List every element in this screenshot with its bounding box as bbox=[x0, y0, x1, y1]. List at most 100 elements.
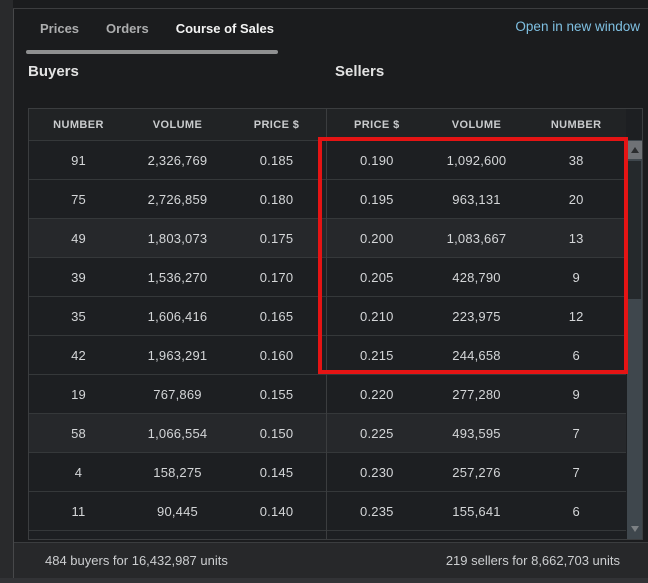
sellers-cell-number: 38 bbox=[526, 153, 626, 168]
buyers-cell-volume: 1,536,270 bbox=[128, 270, 227, 285]
tab-orders[interactable]: Orders bbox=[106, 21, 149, 36]
buyers-column-header: PRICE $ bbox=[227, 119, 326, 131]
panel-border-left bbox=[13, 8, 14, 578]
buyers-cell-number: 19 bbox=[29, 387, 128, 402]
buyers-cell-price: 0.185 bbox=[227, 153, 326, 168]
sellers-summary: 219 sellers for 8,662,703 units bbox=[446, 553, 620, 568]
sellers-cell-volume: 223,975 bbox=[427, 309, 527, 324]
buyers-table: NUMBERVOLUMEPRICE $ 912,326,7690.185752,… bbox=[28, 108, 327, 540]
sellers-row[interactable]: 0.1901,092,60038 bbox=[327, 140, 626, 179]
buyers-row[interactable]: 19767,8690.155 bbox=[29, 374, 326, 413]
sellers-row[interactable]: 0.220277,2809 bbox=[327, 374, 626, 413]
buyers-partial-row bbox=[29, 530, 326, 539]
buyers-cell-volume: 1,606,416 bbox=[128, 309, 227, 324]
window-bottom-margin bbox=[0, 578, 648, 583]
scrollbar-track[interactable] bbox=[627, 140, 642, 539]
sellers-cell-number: 9 bbox=[526, 387, 626, 402]
buyers-cell-price: 0.170 bbox=[227, 270, 326, 285]
sellers-row[interactable]: 0.205428,7909 bbox=[327, 257, 626, 296]
sellers-cell-price: 0.235 bbox=[327, 504, 427, 519]
sellers-row[interactable]: 0.235155,6416 bbox=[327, 491, 626, 530]
sellers-header-row: PRICE $VOLUMENUMBER bbox=[327, 109, 626, 140]
buyers-cell-price: 0.160 bbox=[227, 348, 326, 363]
sellers-rows: 0.1901,092,600380.195963,131200.2001,083… bbox=[327, 140, 626, 530]
buyers-cell-volume: 1,963,291 bbox=[128, 348, 227, 363]
scroll-up-button[interactable] bbox=[627, 141, 642, 159]
sellers-cell-volume: 1,083,667 bbox=[427, 231, 527, 246]
sellers-cell-volume: 277,280 bbox=[427, 387, 527, 402]
sellers-row[interactable]: 0.215244,6586 bbox=[327, 335, 626, 374]
sellers-row[interactable]: 0.195963,13120 bbox=[327, 179, 626, 218]
sellers-table: PRICE $VOLUMENUMBER 0.1901,092,600380.19… bbox=[326, 108, 643, 540]
buyers-row[interactable]: 351,606,4160.165 bbox=[29, 296, 326, 335]
buyers-cell-number: 39 bbox=[29, 270, 128, 285]
buyers-cell-volume: 158,275 bbox=[128, 465, 227, 480]
panel-border-top bbox=[13, 8, 648, 9]
buyers-cell-number: 58 bbox=[29, 426, 128, 441]
buyers-row[interactable]: 581,066,5540.150 bbox=[29, 413, 326, 452]
sellers-cell-number: 20 bbox=[526, 192, 626, 207]
sellers-row[interactable]: 0.225493,5957 bbox=[327, 413, 626, 452]
sellers-row[interactable]: 0.230257,2767 bbox=[327, 452, 626, 491]
sellers-column-header: PRICE $ bbox=[327, 119, 427, 131]
buyers-cell-price: 0.180 bbox=[227, 192, 326, 207]
buyers-rows: 912,326,7690.185752,726,8590.180491,803,… bbox=[29, 140, 326, 530]
tab-course-of-sales[interactable]: Course of Sales bbox=[176, 21, 274, 36]
buyers-cell-price: 0.175 bbox=[227, 231, 326, 246]
sellers-cell-volume: 155,641 bbox=[427, 504, 527, 519]
sellers-cell-price: 0.230 bbox=[327, 465, 427, 480]
sellers-cell-price: 0.220 bbox=[327, 387, 427, 402]
buyers-cell-volume: 767,869 bbox=[128, 387, 227, 402]
buyers-cell-volume: 2,726,859 bbox=[128, 192, 227, 207]
sellers-cell-price: 0.205 bbox=[327, 270, 427, 285]
scroll-up-icon bbox=[631, 147, 639, 153]
buyers-cell-volume: 90,445 bbox=[128, 504, 227, 519]
buyers-column-header: VOLUME bbox=[128, 119, 227, 131]
buyers-cell-number: 91 bbox=[29, 153, 128, 168]
open-in-new-window-link[interactable]: Open in new window bbox=[515, 19, 640, 34]
sellers-cell-number: 13 bbox=[526, 231, 626, 246]
window-left-margin bbox=[0, 0, 13, 583]
buyers-cell-volume: 2,326,769 bbox=[128, 153, 227, 168]
buyers-row[interactable]: 491,803,0730.175 bbox=[29, 218, 326, 257]
sellers-row[interactable]: 0.2001,083,66713 bbox=[327, 218, 626, 257]
buyers-cell-volume: 1,803,073 bbox=[128, 231, 227, 246]
tab-bar: Prices Orders Course of Sales bbox=[40, 21, 274, 36]
sellers-cell-number: 12 bbox=[526, 309, 626, 324]
sellers-column-header: VOLUME bbox=[427, 119, 527, 131]
tab-bar-divider bbox=[26, 50, 278, 54]
buyers-cell-volume: 1,066,554 bbox=[128, 426, 227, 441]
buyers-cell-price: 0.165 bbox=[227, 309, 326, 324]
scrollbar-thumb[interactable] bbox=[628, 161, 641, 299]
buyers-summary: 484 buyers for 16,432,987 units bbox=[45, 553, 228, 568]
tab-prices[interactable]: Prices bbox=[40, 21, 79, 36]
sellers-cell-volume: 257,276 bbox=[427, 465, 527, 480]
buyers-cell-price: 0.155 bbox=[227, 387, 326, 402]
sellers-cell-price: 0.215 bbox=[327, 348, 427, 363]
buyers-row[interactable]: 391,536,2700.170 bbox=[29, 257, 326, 296]
buyers-cell-number: 35 bbox=[29, 309, 128, 324]
sellers-cell-volume: 493,595 bbox=[427, 426, 527, 441]
sellers-cell-price: 0.225 bbox=[327, 426, 427, 441]
buyers-row[interactable]: 421,963,2910.160 bbox=[29, 335, 326, 374]
buyers-row[interactable]: 4158,2750.145 bbox=[29, 452, 326, 491]
buyers-cell-number: 75 bbox=[29, 192, 128, 207]
buyers-cell-number: 11 bbox=[29, 504, 128, 519]
sellers-cell-price: 0.210 bbox=[327, 309, 427, 324]
buyers-row[interactable]: 912,326,7690.185 bbox=[29, 140, 326, 179]
sellers-row[interactable]: 0.210223,97512 bbox=[327, 296, 626, 335]
buyers-cell-number: 49 bbox=[29, 231, 128, 246]
scroll-down-icon bbox=[631, 526, 639, 532]
scroll-down-button[interactable] bbox=[627, 520, 642, 538]
sellers-partial-row bbox=[327, 530, 626, 539]
sellers-cell-number: 7 bbox=[526, 426, 626, 441]
buyers-row[interactable]: 1190,4450.140 bbox=[29, 491, 326, 530]
sellers-title: Sellers bbox=[335, 63, 384, 80]
buyers-title: Buyers bbox=[28, 63, 79, 80]
sellers-cell-volume: 1,092,600 bbox=[427, 153, 527, 168]
buyers-cell-price: 0.140 bbox=[227, 504, 326, 519]
buyers-cell-number: 42 bbox=[29, 348, 128, 363]
sellers-column-header: NUMBER bbox=[526, 119, 626, 131]
sellers-cell-number: 9 bbox=[526, 270, 626, 285]
buyers-row[interactable]: 752,726,8590.180 bbox=[29, 179, 326, 218]
